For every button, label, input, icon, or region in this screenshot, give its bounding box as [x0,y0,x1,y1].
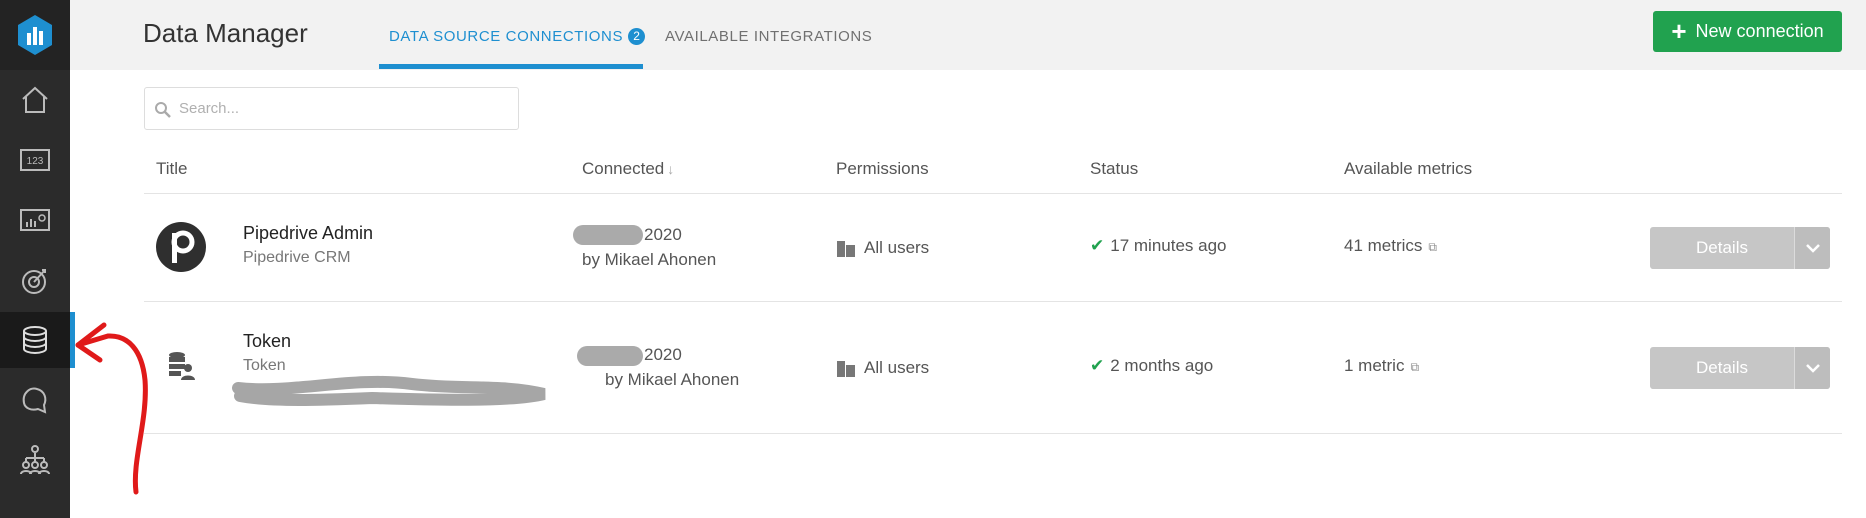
tab-label: DATA SOURCE CONNECTIONS [389,28,624,45]
column-header-available-metrics[interactable]: Available metrics [1344,159,1472,179]
sidebar-item-dashboards[interactable] [0,192,70,248]
redacted-scribble [232,375,546,406]
sidebar-item-number-widget[interactable]: 123 [0,132,70,188]
search-input[interactable] [179,88,509,129]
header-bar: Data Manager DATA SOURCE CONNECTIONS 2 AV… [70,0,1866,70]
table-divider [144,301,1842,302]
home-icon [22,86,48,113]
column-header-label: Connected [582,159,665,178]
sidebar-item-team[interactable] [0,432,70,488]
building-icon [837,241,855,257]
logo-icon [18,15,52,55]
tab-available-integrations[interactable]: AVAILABLE INTEGRATIONS [665,28,872,45]
sidebar-item-home[interactable] [0,72,70,128]
new-connection-button[interactable]: + New connection [1653,11,1842,52]
connection-count-badge: 2 [628,28,646,45]
chevron-down-icon [1805,363,1820,373]
building-icon [837,361,855,377]
plus-icon: + [1671,15,1687,46]
details-button[interactable]: Details [1650,227,1795,269]
tab-data-source-connections[interactable]: DATA SOURCE CONNECTIONS 2 [389,28,646,45]
details-button-group: Details [1650,227,1830,269]
column-header-permissions[interactable]: Permissions [836,159,929,179]
status-value: ✔ 17 minutes ago [1090,236,1227,256]
goal-target-icon [22,269,46,294]
database-user-icon [169,352,195,380]
table-divider [144,433,1842,434]
connected-by: by Mikael Ahonen [582,250,717,269]
status-value: ✔ 2 months ago [1090,356,1213,376]
notifications-icon [22,387,47,414]
details-dropdown-toggle[interactable] [1795,347,1830,389]
chevron-down-icon [1805,243,1820,253]
connection-title[interactable]: Token [243,331,291,352]
team-hierarchy-icon [20,445,50,475]
number-widget-icon: 123 [20,149,50,171]
new-connection-label: New connection [1695,21,1824,41]
svg-text:123: 123 [27,156,44,167]
details-dropdown-toggle[interactable] [1795,227,1830,269]
column-header-title[interactable]: Title [156,159,188,179]
connection-source: Pipedrive CRM [243,249,351,266]
details-button[interactable]: Details [1650,347,1795,389]
dashboard-icon [20,209,50,231]
redacted-date [573,225,643,245]
pipedrive-logo-icon [156,222,206,272]
sidebar-item-data-manager[interactable] [0,312,75,368]
page-title: Data Manager [143,18,308,48]
metrics-count: 41 metrics [1344,236,1423,255]
connected-date: 2020 [644,345,682,364]
active-tab-indicator [379,64,643,69]
connection-title[interactable]: Pipedrive Admin [243,223,373,244]
table-divider [144,193,1842,194]
details-button-group: Details [1650,347,1830,389]
sidebar-item-notifications[interactable] [0,372,70,428]
connected-date: 2020 [644,225,682,244]
permissions-value: All users [864,358,930,377]
metrics-link[interactable]: 41 metrics ⧉ [1344,236,1437,256]
checkmark-icon: ✔ [1090,356,1105,375]
checkmark-icon: ✔ [1090,236,1105,255]
permissions-value: All users [864,238,930,257]
metrics-count: 1 metric [1344,356,1405,375]
sidebar-item-goals[interactable] [0,252,70,308]
status-text: 2 months ago [1110,356,1214,375]
external-link-icon: ⧉ [1410,360,1420,374]
column-header-status[interactable]: Status [1090,159,1138,179]
app-logo[interactable] [0,0,70,70]
sort-down-icon: ↓ [667,161,675,177]
redacted-date [577,346,643,366]
sidebar: 123 [0,0,75,518]
status-text: 17 minutes ago [1110,236,1227,255]
search-icon [155,102,171,118]
search-box [144,87,519,130]
metrics-link[interactable]: 1 metric ⧉ [1344,356,1419,376]
external-link-icon: ⧉ [1428,240,1437,254]
database-icon [23,326,47,355]
column-header-connected[interactable]: Connected ↓ [582,159,674,179]
connected-by: by Mikael Ahonen [605,370,740,389]
